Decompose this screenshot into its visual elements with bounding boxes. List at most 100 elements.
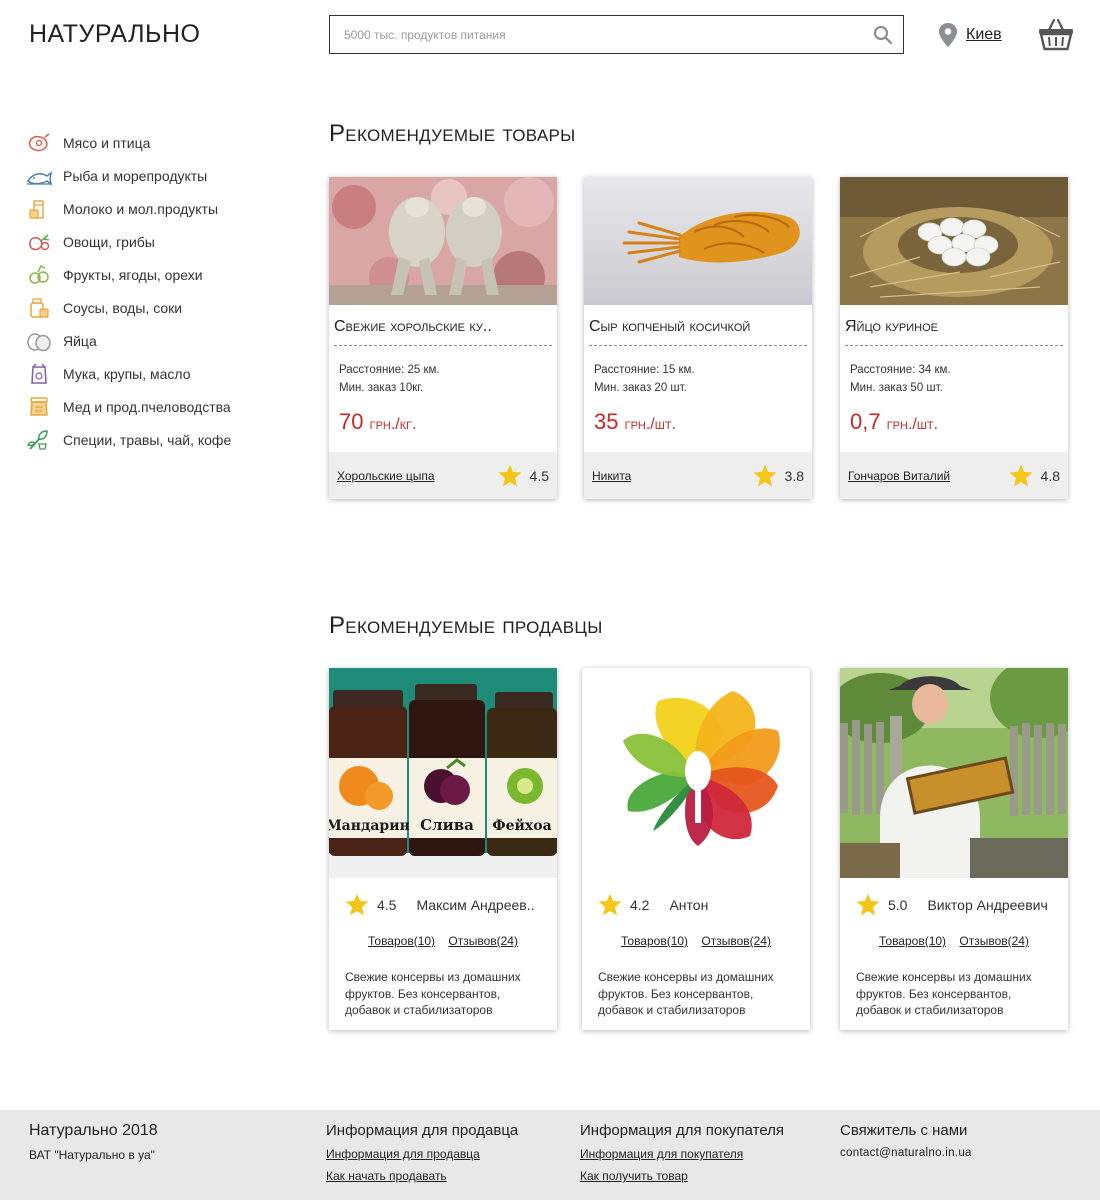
seller-card[interactable]: 4.2 Антон Товаров(10) Отзывов(24) Свежие…: [582, 668, 810, 1030]
footer-contact-title: Свяжитель с нами: [840, 1122, 968, 1139]
product-title[interactable]: Свежие хорольские ку..: [329, 305, 557, 345]
product-footer: Никита 3.8: [584, 452, 812, 499]
category-flour[interactable]: Мука, крупы, масло: [25, 357, 231, 390]
product-card[interactable]: Свежие хорольские ку.. Расстояние: 25 км…: [329, 177, 557, 499]
seller-link[interactable]: Хорольские цыпа: [337, 469, 435, 483]
city-link[interactable]: Киев: [966, 26, 1002, 44]
star-icon: [856, 893, 880, 916]
products-section-title: Рекомендуемые товары: [329, 120, 576, 147]
rating-value: 3.8: [784, 467, 804, 484]
star-icon: [1009, 464, 1033, 487]
category-sauces[interactable]: Соусы, воды, соки: [25, 291, 231, 324]
flour-icon: [25, 362, 53, 386]
product-rating: 4.8: [1009, 464, 1060, 487]
search-icon[interactable]: [863, 16, 903, 53]
meat-icon: [25, 131, 53, 155]
star-icon: [498, 464, 522, 487]
footer-contact: Свяжитель с нами contact@naturalno.in.ua: [840, 1122, 972, 1159]
price-unit: грн./кг.: [369, 416, 417, 433]
sauce-icon: [25, 296, 53, 320]
product-title[interactable]: Сыр копченый косичкой: [584, 305, 812, 345]
category-herbs[interactable]: Специи, травы, чай, кофе: [25, 423, 231, 456]
category-label: Мед и прод.пчеловодства: [63, 398, 231, 415]
seller-rating: 4.2: [630, 896, 650, 913]
seller-reviews-link[interactable]: Отзывов(24): [448, 934, 518, 948]
category-eggs[interactable]: Яйца: [25, 324, 231, 357]
seller-name[interactable]: Антон: [669, 897, 708, 913]
category-label: Фрукты, ягоды, орехи: [63, 266, 203, 283]
footer-start-selling-link[interactable]: Как начать продавать: [326, 1169, 518, 1183]
footer-contact-email[interactable]: contact@naturalno.in.ua: [840, 1147, 972, 1159]
seller-goods-link[interactable]: Товаров(10): [368, 934, 435, 948]
product-footer: Хорольские цыпа 4.5: [329, 452, 557, 499]
category-label: Специи, травы, чай, кофе: [63, 431, 232, 448]
site-logo[interactable]: НАТУРАЛЬНО: [29, 20, 200, 49]
seller-name[interactable]: Виктор Андреевич: [927, 897, 1047, 913]
footer-get-goods-link[interactable]: Как получить товар: [580, 1169, 784, 1183]
category-meat[interactable]: Мясо и птица: [25, 126, 231, 159]
price-value: 0,7: [850, 409, 881, 434]
search-input[interactable]: [330, 16, 863, 53]
product-image[interactable]: [329, 177, 557, 305]
footer-brand-title: Натурально 2018: [29, 1122, 158, 1139]
product-image[interactable]: [584, 177, 812, 305]
product-rating: 3.8: [753, 464, 804, 487]
seller-image[interactable]: Мандарин Слива Фейхоа: [329, 668, 557, 878]
category-label: Рыба и морепродукты: [63, 167, 208, 184]
product-card[interactable]: Сыр копченый косичкой Расстояние: 15 км.…: [584, 177, 812, 499]
seller-card[interactable]: Мандарин Слива Фейхоа 4.5 Максим Андреев…: [329, 668, 557, 1030]
seller-reviews-link[interactable]: Отзывов(24): [701, 934, 771, 948]
product-image[interactable]: [840, 177, 1068, 305]
footer-buyer-info-link[interactable]: Информация для покупателя: [580, 1147, 784, 1161]
seller-image[interactable]: [840, 668, 1068, 878]
fruits-icon: [25, 263, 53, 287]
seller-description: Свежие консервы из домашних фруктов. Без…: [856, 970, 1032, 1017]
footer-brand-sub: ВАТ "Натурально в уа": [29, 1148, 155, 1162]
category-fish[interactable]: Рыба и морепродукты: [25, 159, 231, 192]
seller-image[interactable]: [582, 668, 810, 878]
search-bar: [329, 15, 904, 54]
product-price: 35 грн./шт.: [584, 397, 812, 435]
seller-rating: 4.5: [377, 896, 397, 913]
seller-description: Свежие консервы из домашних фруктов. Без…: [345, 970, 521, 1017]
category-honey[interactable]: Мед и прод.пчеловодства: [25, 390, 231, 423]
seller-card[interactable]: 5.0 Виктор Андреевич Товаров(10) Отзывов…: [840, 668, 1068, 1030]
footer-seller-info-link[interactable]: Информация для продавца: [326, 1147, 518, 1161]
honey-icon: [25, 395, 53, 419]
category-fruits[interactable]: Фрукты, ягоды, орехи: [25, 258, 231, 291]
fish-icon: [25, 164, 53, 188]
footer-seller-title: Информация для продавца: [326, 1122, 519, 1139]
category-milk[interactable]: Молоко и мол.продукты: [25, 192, 231, 225]
seller-goods-link[interactable]: Товаров(10): [879, 934, 946, 948]
price-unit: грн./шт.: [886, 416, 939, 433]
product-price: 70 грн./кг.: [329, 397, 557, 435]
category-label: Соусы, воды, соки: [63, 299, 183, 316]
category-label: Молоко и мол.продукты: [63, 200, 219, 217]
seller-name[interactable]: Максим Андреев..: [416, 897, 534, 913]
seller-description: Свежие консервы из домашних фруктов. Без…: [598, 970, 774, 1017]
product-rating: 4.5: [498, 464, 549, 487]
eggs-icon: [25, 329, 53, 353]
price-unit: грн./шт.: [624, 416, 676, 433]
product-card[interactable]: Яйцо куриное Расстояние: 34 км. Мин. зак…: [840, 177, 1068, 499]
basket-icon[interactable]: [1038, 17, 1074, 51]
product-distance: Расстояние: 25 км.: [339, 364, 440, 376]
product-min-order: Мин. заказ 50 шт.: [850, 382, 943, 394]
site-footer: Натурально 2018 ВАТ "Натурально в уа" Ин…: [0, 1110, 1100, 1200]
seller-link[interactable]: Никита: [592, 469, 631, 483]
seller-reviews-link[interactable]: Отзывов(24): [959, 934, 1029, 948]
star-icon: [345, 893, 369, 916]
seller-goods-link[interactable]: Товаров(10): [621, 934, 688, 948]
milk-icon: [25, 197, 53, 221]
seller-link[interactable]: Гончаров Виталий: [848, 469, 950, 483]
product-min-order: Мин. заказ 10кг.: [339, 382, 424, 394]
category-label: Яйца: [63, 332, 97, 349]
rating-value: 4.5: [529, 467, 549, 484]
category-sidebar: Мясо и птица Рыба и морепродукты Молоко …: [25, 126, 231, 456]
location-selector[interactable]: Киев: [938, 22, 1002, 48]
footer-seller-info: Информация для продавца Информация для п…: [326, 1122, 518, 1191]
category-label: Мясо и птица: [63, 134, 151, 151]
category-vegetables[interactable]: Овощи, грибы: [25, 225, 231, 258]
product-title[interactable]: Яйцо куриное: [840, 305, 1068, 345]
product-footer: Гончаров Виталий 4.8: [840, 452, 1068, 499]
